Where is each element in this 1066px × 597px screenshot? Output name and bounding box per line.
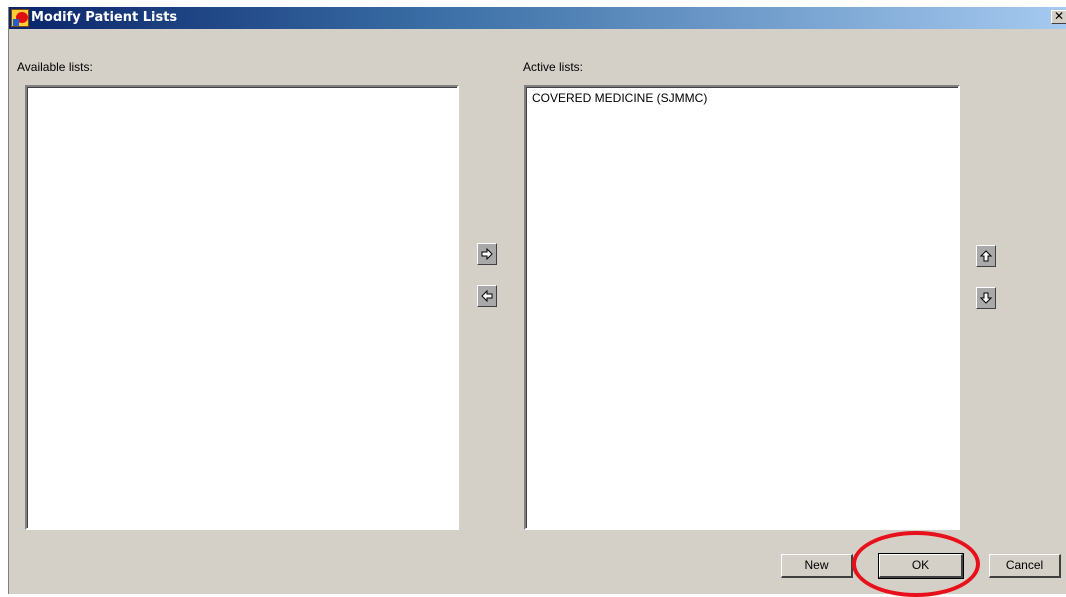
- active-lists-listbox[interactable]: COVERED MEDICINE (SJMMC): [524, 85, 960, 530]
- ok-button[interactable]: OK: [878, 553, 964, 579]
- arrow-left-icon: [481, 290, 493, 302]
- active-lists-label: Active lists:: [523, 60, 584, 74]
- title-bar[interactable]: Modify Patient Lists ✕: [9, 7, 1066, 29]
- arrow-right-icon: [481, 248, 493, 260]
- add-to-active-button[interactable]: [477, 243, 497, 265]
- new-button[interactable]: New: [781, 554, 853, 578]
- modify-patient-lists-dialog: Modify Patient Lists ✕ Available lists: …: [8, 7, 1066, 594]
- cancel-button[interactable]: Cancel: [989, 554, 1061, 578]
- close-button[interactable]: ✕: [1051, 10, 1066, 24]
- available-lists-listbox[interactable]: [25, 85, 459, 530]
- close-icon: ✕: [1053, 9, 1065, 23]
- available-lists-label: Available lists:: [17, 60, 93, 74]
- move-up-button[interactable]: [976, 245, 996, 267]
- arrow-down-icon: [980, 292, 992, 304]
- remove-from-active-button[interactable]: [477, 285, 497, 307]
- window-title: Modify Patient Lists: [31, 10, 178, 25]
- arrow-up-icon: [980, 250, 992, 262]
- move-down-button[interactable]: [976, 287, 996, 309]
- list-item[interactable]: COVERED MEDICINE (SJMMC): [526, 87, 958, 105]
- app-icon: [11, 9, 29, 27]
